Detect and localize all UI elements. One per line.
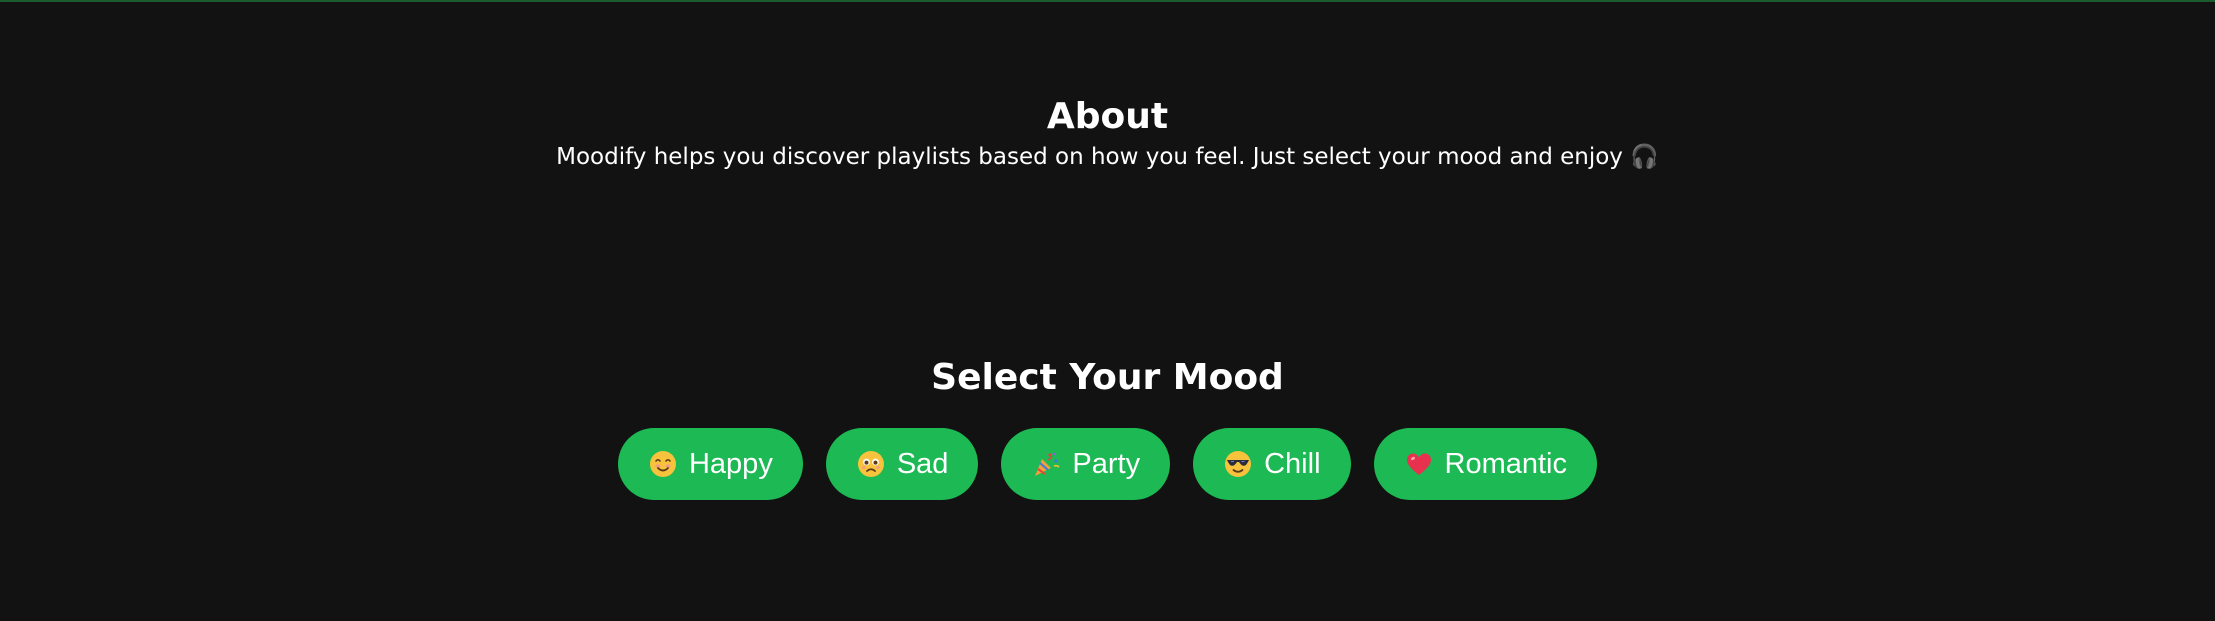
- smiling-face-icon: [648, 449, 678, 479]
- party-popper-icon: [1031, 449, 1061, 479]
- mood-button-label: Happy: [688, 447, 773, 480]
- mood-button-happy[interactable]: Happy: [617, 428, 803, 500]
- mood-button-label: Chill: [1264, 447, 1321, 480]
- about-title: About: [1046, 96, 1169, 137]
- sunglasses-face-icon: [1223, 449, 1253, 479]
- sad-face-icon: [856, 449, 886, 479]
- top-accent-line: [0, 0, 2215, 2]
- mood-button-label: Romantic: [1444, 447, 1568, 480]
- mood-button-label: Sad: [896, 447, 949, 480]
- mood-button-sad[interactable]: Sad: [825, 428, 979, 500]
- heart-icon: [1404, 449, 1434, 479]
- mood-button-romantic[interactable]: Romantic: [1373, 428, 1598, 500]
- about-section: About Moodify helps you discover playlis…: [0, 92, 2215, 172]
- mood-button-row: Happy Sad Party Chill Romantic: [0, 428, 2215, 500]
- mood-button-label: Party: [1072, 447, 1141, 480]
- about-description: Moodify helps you discover playlists bas…: [556, 144, 1659, 170]
- mood-section: Select Your Mood Happy Sad Party Chill R…: [0, 353, 2215, 500]
- mood-button-party[interactable]: Party: [1001, 428, 1171, 500]
- mood-button-chill[interactable]: Chill: [1193, 428, 1351, 500]
- mood-title: Select Your Mood: [931, 357, 1284, 398]
